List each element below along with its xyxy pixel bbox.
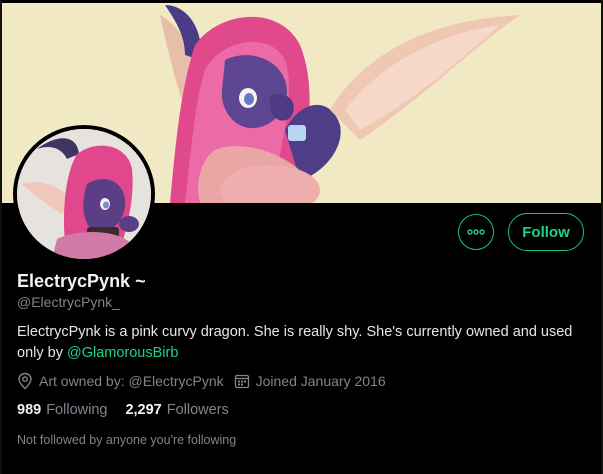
joined-item: Joined January 2016 xyxy=(234,373,386,389)
following-link[interactable]: 989 Following xyxy=(17,402,107,418)
user-handle: @ElectrycPynk_ xyxy=(17,294,120,310)
calendar-icon xyxy=(234,374,249,389)
profile-meta: Art owned by: @ElectrycPynk Joined Janua… xyxy=(17,372,396,390)
location-item: Art owned by: @ElectrycPynk xyxy=(17,372,224,390)
follow-counts: 989 Following 2,297 Followers xyxy=(17,402,247,418)
followers-label: Followers xyxy=(166,402,229,418)
bio: ElectrycPynk is a pink curvy dragon. She… xyxy=(17,322,592,364)
window-frame-top xyxy=(0,0,603,3)
avatar[interactable] xyxy=(13,125,155,263)
window-frame-left xyxy=(0,0,2,474)
bio-mention-link[interactable]: @GlamorousBirb xyxy=(67,345,178,361)
followers-count: 2,297 xyxy=(125,402,162,418)
follow-button[interactable]: Follow xyxy=(508,213,584,251)
joined-text: Joined January 2016 xyxy=(255,373,386,389)
not-followed-note: Not followed by anyone you're following xyxy=(17,433,237,447)
location-pin-icon xyxy=(18,372,32,390)
followers-link[interactable]: 2,297 Followers xyxy=(125,402,228,418)
more-options-button[interactable] xyxy=(458,214,494,250)
display-name: ElectrycPynk ~ xyxy=(17,271,146,291)
following-label: Following xyxy=(46,402,108,418)
following-count: 989 xyxy=(17,402,42,418)
more-icon xyxy=(467,229,485,235)
avatar-image xyxy=(17,129,151,259)
location-text: Art owned by: @ElectrycPynk xyxy=(39,373,224,389)
